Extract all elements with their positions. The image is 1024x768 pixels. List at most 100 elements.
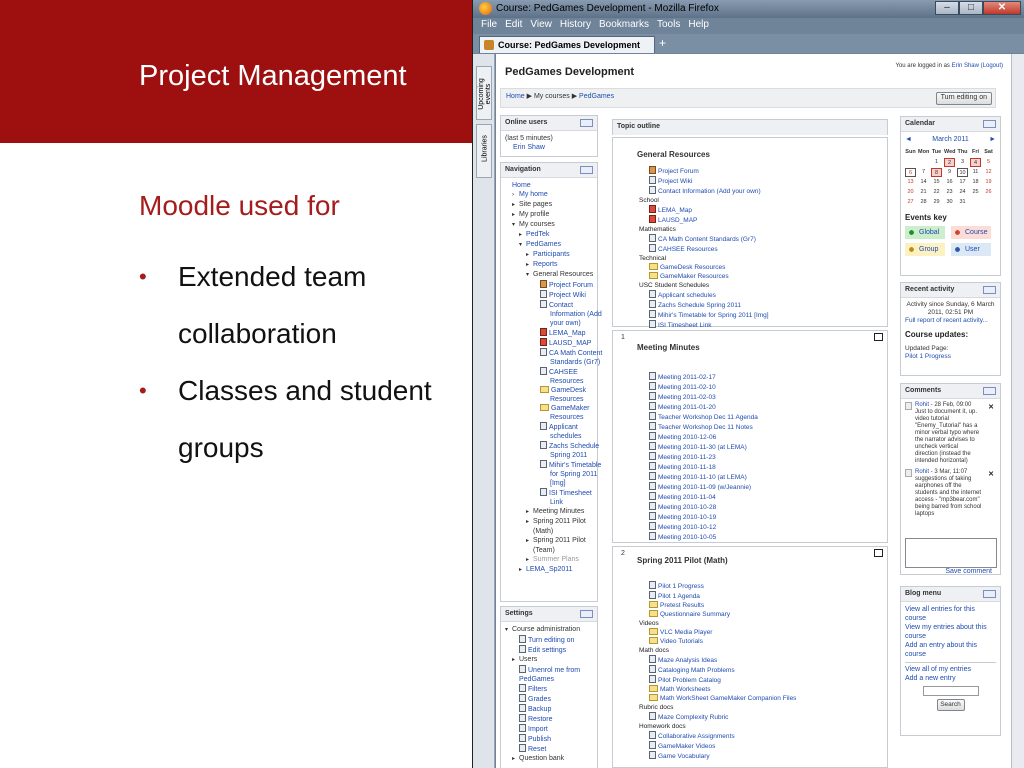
calendar-day[interactable]: 23 bbox=[944, 188, 955, 197]
tree-label[interactable]: ISI Timesheet bbox=[549, 490, 592, 497]
tree-label[interactable]: LAUSD_MAP bbox=[549, 340, 591, 347]
resource-item[interactable]: Video Tutorials bbox=[649, 637, 796, 646]
tree-label[interactable]: PedGames bbox=[526, 241, 561, 248]
blog-link[interactable]: course bbox=[905, 615, 926, 622]
calendar-day[interactable]: 31 bbox=[957, 198, 968, 207]
tree-arrow-icon[interactable]: ▾ bbox=[512, 221, 519, 230]
resource-link[interactable]: GameDesk Resources bbox=[660, 264, 725, 271]
tree-label[interactable]: Standards (Gr7) bbox=[550, 359, 600, 366]
tree-item[interactable]: your own) bbox=[505, 319, 593, 328]
tree-item[interactable]: Resources bbox=[505, 413, 593, 422]
resource-item[interactable]: GameDesk Resources bbox=[649, 263, 769, 272]
resource-link[interactable]: Meeting 2011-02-03 bbox=[658, 394, 716, 401]
tree-arrow-icon[interactable]: ▸ bbox=[526, 518, 533, 527]
calendar-day[interactable]: 12 bbox=[983, 168, 994, 177]
tree-item[interactable]: Reset bbox=[505, 744, 593, 754]
resource-link[interactable]: Meeting 2011-01-20 bbox=[658, 404, 716, 411]
tree-item[interactable]: Restore bbox=[505, 714, 593, 724]
events-key-item[interactable]: Group bbox=[905, 243, 945, 256]
breadcrumb-home[interactable]: Home bbox=[506, 93, 525, 100]
tree-label[interactable]: Resources bbox=[550, 414, 583, 421]
tree-label[interactable]: Unenrol me from bbox=[528, 667, 580, 674]
calendar-day[interactable]: 24 bbox=[957, 188, 968, 197]
window-titlebar[interactable]: Course: PedGames Development - Mozilla F… bbox=[473, 0, 1024, 18]
blog-link[interactable]: Add a new entry bbox=[905, 675, 956, 682]
blog-search-input[interactable] bbox=[922, 686, 979, 696]
full-report-link[interactable]: Full report of recent activity... bbox=[905, 317, 988, 324]
resource-item[interactable]: Meeting 2010-11-09 (w/Jeannie) bbox=[649, 482, 758, 492]
tree-arrow-icon[interactable]: ▸ bbox=[526, 556, 533, 565]
tree-item[interactable]: ▾ PedGames bbox=[505, 240, 593, 250]
tree-label[interactable]: Link bbox=[550, 499, 563, 506]
resource-item[interactable]: Meeting 2010-12-06 bbox=[649, 432, 758, 442]
tree-item[interactable]: Resources bbox=[505, 377, 593, 386]
tree-label[interactable]: PedGames bbox=[519, 676, 554, 683]
tree-item[interactable]: for Spring 2011 bbox=[505, 470, 597, 479]
resource-link[interactable]: VLC Media Player bbox=[660, 629, 712, 636]
resource-link[interactable]: Teacher Workshop Dec 11 Notes bbox=[658, 424, 753, 431]
calendar-day[interactable]: 27 bbox=[905, 198, 916, 207]
calendar-day[interactable]: 6 bbox=[905, 168, 916, 177]
tree-arrow-icon[interactable]: ▸ bbox=[512, 755, 519, 764]
minimize-button[interactable]: – bbox=[935, 1, 959, 15]
tree-item[interactable]: ▸ Reports bbox=[505, 260, 593, 270]
resource-item[interactable]: Meeting 2010-10-05 bbox=[649, 532, 758, 542]
tree-item[interactable]: › My home bbox=[505, 190, 593, 200]
resource-link[interactable]: Maze Analysis Ideas bbox=[658, 657, 717, 664]
logout-link[interactable]: (Logout) bbox=[981, 63, 1003, 69]
tree-label[interactable]: LEMA_Map bbox=[549, 330, 586, 337]
tree-item[interactable]: ▸ PedTek bbox=[505, 230, 593, 240]
tree-label[interactable]: CAHSEE bbox=[549, 369, 578, 376]
tree-item[interactable]: Project Wiki bbox=[505, 290, 593, 300]
resource-link[interactable]: Meeting 2010-11-04 bbox=[658, 494, 716, 501]
tree-item[interactable]: Link bbox=[505, 498, 593, 507]
tree-item[interactable]: LEMA_Map bbox=[505, 328, 593, 338]
maximize-button[interactable]: □ bbox=[959, 1, 983, 15]
tree-item[interactable]: Turn editing on bbox=[505, 635, 593, 645]
resource-link[interactable]: Cataloging Math Problems bbox=[658, 667, 735, 674]
resource-item[interactable]: Pilot 1 Agenda bbox=[649, 591, 796, 601]
tree-item[interactable]: CA Math Content bbox=[505, 348, 602, 358]
resource-link[interactable]: LAUSD_MAP bbox=[658, 217, 697, 224]
tree-label[interactable]: Resources bbox=[550, 378, 583, 385]
resource-item[interactable]: Meeting 2011-01-20 bbox=[649, 402, 758, 412]
resource-item[interactable]: VLC Media Player bbox=[649, 628, 796, 637]
calendar-day[interactable]: 11 bbox=[970, 168, 981, 177]
resource-item[interactable]: CAHSEE Resources bbox=[649, 244, 769, 254]
resource-item[interactable]: Meeting 2010-11-10 (at LEMA) bbox=[649, 472, 758, 482]
resource-link[interactable]: Meeting 2011-02-17 bbox=[658, 374, 716, 381]
tree-item[interactable]: Contact bbox=[505, 300, 593, 310]
menu-tools[interactable]: Tools bbox=[657, 19, 680, 34]
tree-item[interactable]: Import bbox=[505, 724, 593, 734]
tree-arrow-icon[interactable]: ▸ bbox=[526, 261, 533, 270]
resource-link[interactable]: Meeting 2010-10-19 bbox=[658, 514, 716, 521]
resource-item[interactable]: Game Vocabulary bbox=[649, 751, 796, 761]
tree-label[interactable]: for Spring 2011 bbox=[550, 471, 597, 478]
topic-collapse-icon[interactable] bbox=[874, 333, 883, 341]
tree-arrow-icon[interactable]: ▸ bbox=[519, 566, 526, 575]
resource-item[interactable]: Pretest Results bbox=[649, 601, 796, 610]
resource-link[interactable]: Meeting 2010-12-06 bbox=[658, 434, 716, 441]
updated-page-link[interactable]: Pilot 1 Progress bbox=[905, 353, 951, 360]
calendar-day[interactable]: 19 bbox=[983, 178, 994, 187]
tree-label[interactable]: GameDesk bbox=[551, 387, 586, 394]
tree-label[interactable]: Participants bbox=[533, 251, 570, 258]
browser-tab[interactable]: Course: PedGames Development bbox=[479, 36, 655, 53]
tree-item[interactable]: ▸ LEMA_Sp2011 bbox=[505, 565, 593, 575]
calendar-day[interactable]: 7 bbox=[918, 168, 929, 177]
resource-item[interactable]: Project Forum bbox=[649, 166, 769, 176]
calendar-day[interactable]: 21 bbox=[918, 188, 929, 197]
resource-item[interactable]: Meeting 2010-11-30 (at LEMA) bbox=[649, 442, 758, 452]
tree-label[interactable]: Resources bbox=[550, 396, 583, 403]
tree-item[interactable]: PedGames bbox=[505, 675, 593, 684]
events-key-item[interactable]: Course bbox=[951, 226, 991, 239]
tree-label[interactable]: Restore bbox=[528, 716, 553, 723]
resource-item[interactable]: Maze Analysis Ideas bbox=[649, 655, 796, 665]
menu-file[interactable]: File bbox=[481, 19, 497, 34]
tree-label[interactable]: schedules bbox=[550, 433, 582, 440]
resource-link[interactable]: LEMA_Map bbox=[658, 207, 692, 214]
tree-item[interactable]: Applicant bbox=[505, 422, 593, 432]
resource-link[interactable]: Project Forum bbox=[658, 168, 699, 175]
resource-item[interactable]: Collaborative Assignments bbox=[649, 731, 796, 741]
login-user-link[interactable]: Erin Shaw bbox=[952, 63, 979, 69]
